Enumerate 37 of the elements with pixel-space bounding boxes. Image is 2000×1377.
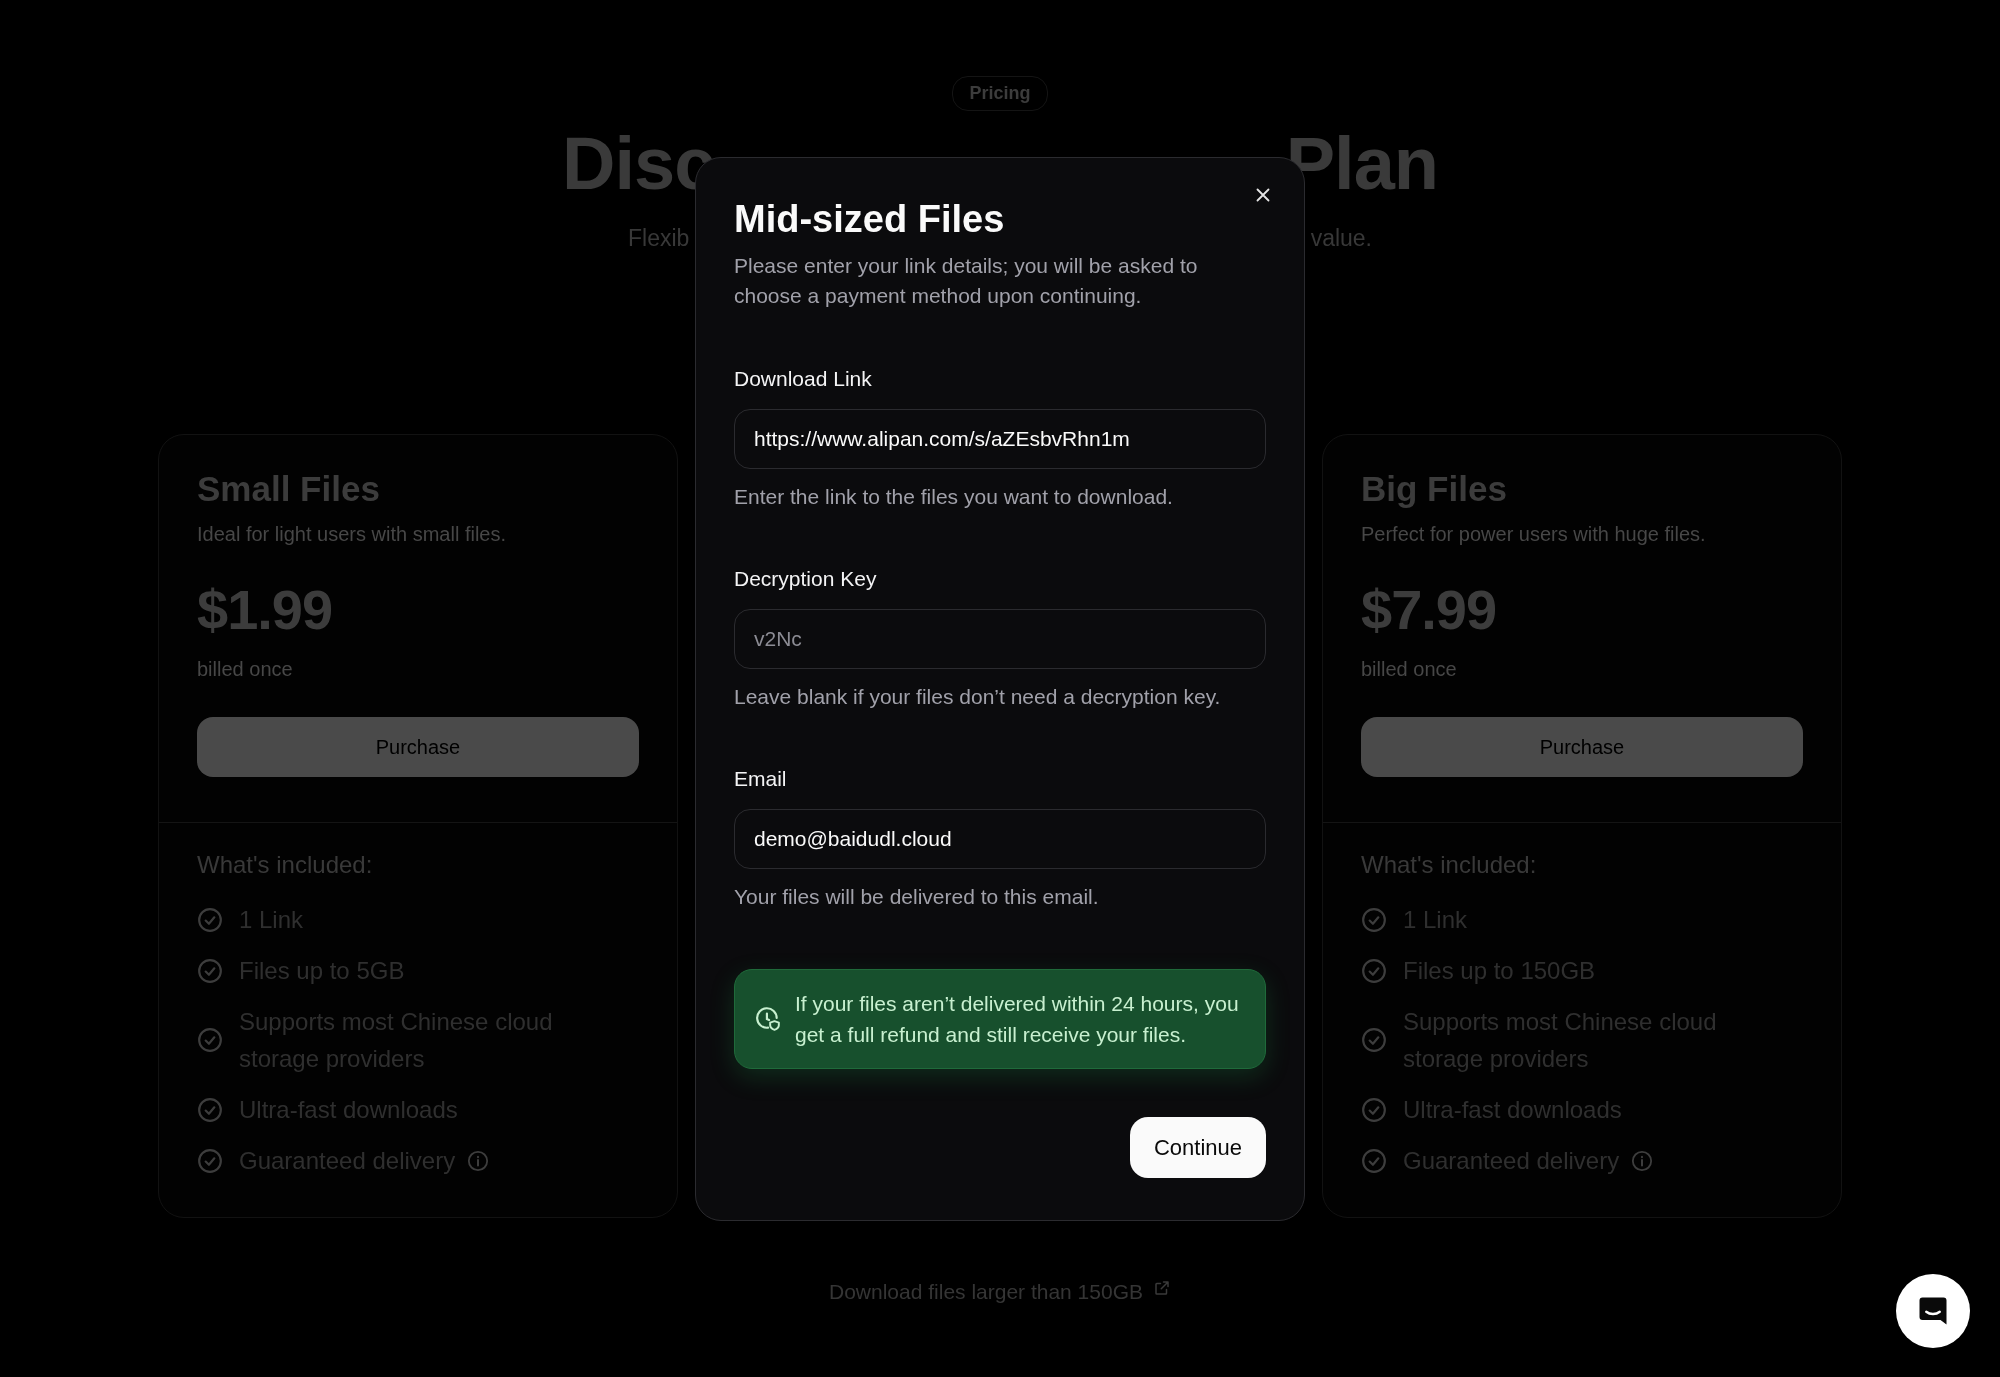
- plan-description: Ideal for light users with small files.: [197, 523, 507, 547]
- notice-text: If your files aren’t delivered within 24 hours, you get a full refund and still receive your files.: [795, 991, 1240, 1048]
- dialog-description: Please enter your link details; you will be asked to choose a payment method upon continuing.: [734, 253, 1199, 309]
- field-label: Download Link: [734, 367, 873, 391]
- input-field[interactable]: v2Nc: [734, 609, 1266, 669]
- field-label: Decryption Key: [734, 567, 878, 591]
- page-heading: Disc: [562, 123, 715, 205]
- page-subtitle: Flexib: [628, 225, 690, 253]
- clock-shield-icon: [755, 1006, 781, 1032]
- field-hint: Leave blank if your files don’t need a decryption key.: [734, 685, 1222, 709]
- check-circle-icon: [1361, 1027, 1387, 1054]
- check-circle-icon: [197, 1096, 223, 1123]
- billing-note: billed once: [1361, 658, 1458, 682]
- check-circle-icon: [1361, 957, 1387, 984]
- input-field[interactable]: demo@baidudl.cloud: [734, 809, 1266, 869]
- plan-price: $1.99: [197, 577, 334, 643]
- plan-title: Small Files: [197, 469, 381, 510]
- continue-button[interactable]: Continue: [1129, 1117, 1266, 1178]
- external-link-icon: [1153, 1279, 1171, 1298]
- plan-price: $7.99: [1361, 577, 1498, 643]
- check-circle-icon: [197, 1027, 223, 1054]
- plan-title: Big Files: [1361, 469, 1508, 510]
- plan-description: Perfect for power users with huge files.: [1361, 523, 1707, 547]
- page-subtitle: value.: [1310, 225, 1372, 253]
- field-hint: Enter the link to the files you want to download.: [734, 485, 1174, 509]
- field-hint: Your files will be delivered to this email.: [734, 885, 1100, 909]
- input-field[interactable]: https://www.alipan.com/s/aZEsbvRhn1m: [734, 409, 1266, 469]
- dialog-title: Mid-sized Files: [734, 198, 1006, 241]
- check-circle-icon: [197, 957, 223, 984]
- billing-note: billed once: [197, 658, 294, 682]
- check-circle-icon: [1361, 906, 1387, 933]
- check-circle-icon: [1361, 1147, 1387, 1174]
- check-circle-icon: [1361, 1096, 1387, 1123]
- check-circle-icon: [197, 906, 223, 933]
- field-label: Email: [734, 767, 788, 791]
- check-circle-icon: [197, 1147, 223, 1174]
- section-badge: Pricing: [952, 76, 1048, 111]
